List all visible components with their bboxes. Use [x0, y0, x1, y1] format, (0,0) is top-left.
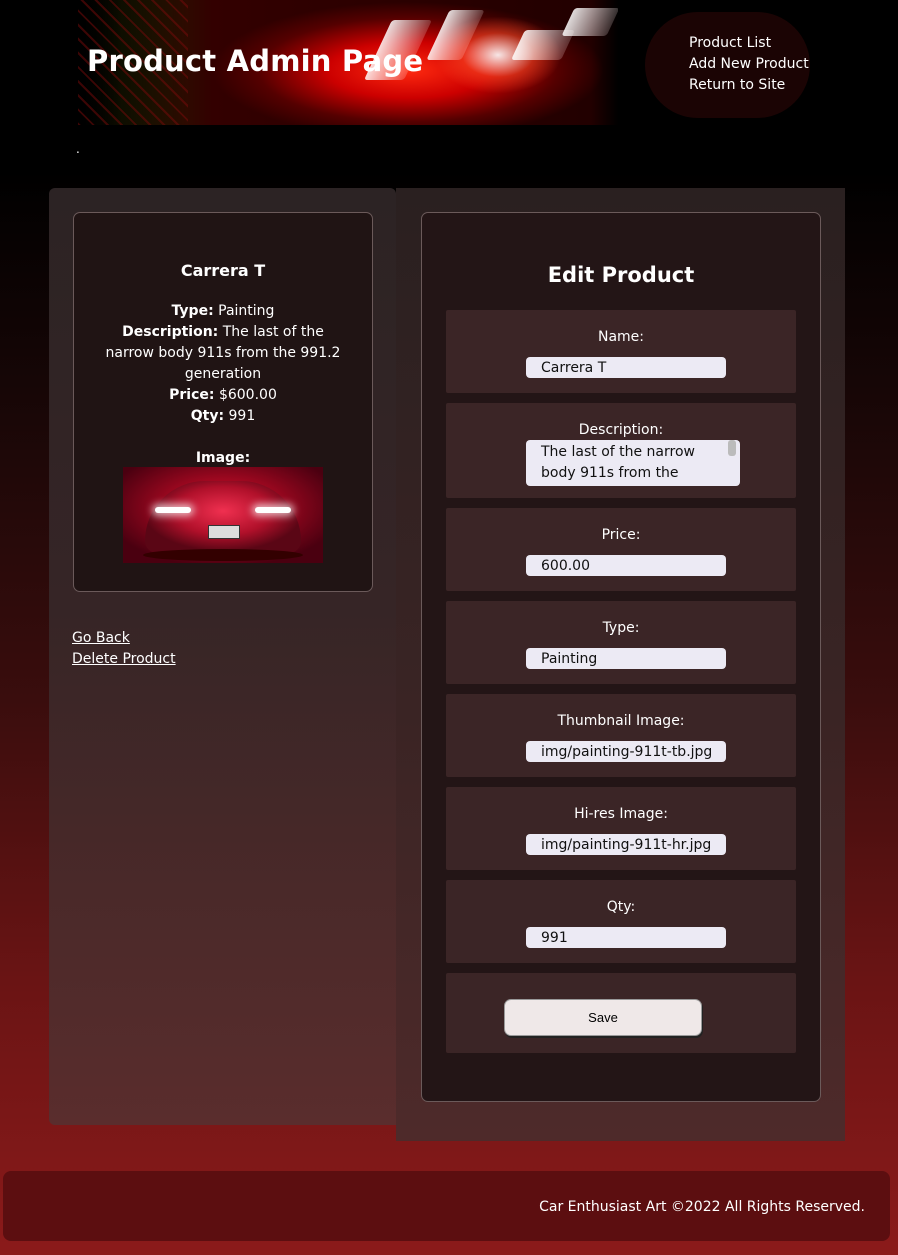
hires-field-group: Hi-res Image: — [446, 787, 796, 870]
description-label: Description: — [578, 422, 664, 438]
hires-input[interactable] — [526, 834, 726, 855]
go-back-link[interactable]: Go Back — [72, 630, 130, 646]
thumbnail-field-group: Thumbnail Image: — [446, 694, 796, 777]
page-title: Product Admin Page — [87, 44, 424, 78]
product-type-line: Type: Painting — [98, 301, 348, 322]
image-heading: Image: — [98, 448, 348, 469]
price-label: Price: — [601, 527, 641, 543]
name-input[interactable] — [526, 357, 726, 378]
thumbnail-input[interactable] — [526, 741, 726, 762]
name-field-group: Name: — [446, 310, 796, 393]
product-description-line: Description: The last of the narrow body… — [98, 322, 348, 385]
qty-value: 991 — [228, 408, 256, 424]
product-image — [123, 467, 323, 563]
footer: Car Enthusiast Art ©2022 All Rights Rese… — [3, 1171, 890, 1241]
qty-input[interactable] — [526, 927, 726, 948]
product-name: Carrera T — [180, 261, 266, 280]
price-label: Price: — [169, 387, 215, 403]
footer-copyright: Car Enthusiast Art ©2022 All Rights Rese… — [539, 1199, 865, 1215]
product-qty-line: Qty: 991 — [98, 406, 348, 427]
type-label: Type: — [171, 303, 214, 319]
delete-product-link[interactable]: Delete Product — [72, 651, 176, 667]
description-scrollbar[interactable] — [728, 440, 736, 456]
qty-label: Qty: — [606, 899, 636, 915]
nav-add-new-product-link[interactable]: Add New Product — [689, 56, 809, 72]
edit-form-title: Edit Product — [547, 263, 695, 287]
separator-dot: . — [76, 142, 80, 156]
type-field-group: Type: — [446, 601, 796, 684]
top-nav: Product List Add New Product Return to S… — [645, 12, 810, 118]
price-field-group: Price: — [446, 508, 796, 591]
description-textarea[interactable]: The last of the narrow body 911s from th… — [526, 440, 740, 486]
product-details-card: Carrera T Type: Painting Description: Th… — [73, 212, 373, 592]
image-label: Image: — [195, 450, 251, 466]
type-input[interactable] — [526, 648, 726, 669]
nav-return-to-site-link[interactable]: Return to Site — [689, 77, 785, 93]
save-button[interactable]: Save — [504, 999, 702, 1036]
description-field-group: Description: The last of the narrow body… — [446, 403, 796, 498]
thumbnail-label: Thumbnail Image: — [557, 713, 685, 729]
description-label: Description: — [122, 324, 219, 340]
type-value: Painting — [218, 303, 275, 319]
price-value: $600.00 — [218, 387, 277, 403]
type-label: Type: — [602, 620, 640, 636]
hires-label: Hi-res Image: — [574, 806, 668, 822]
name-label: Name: — [597, 329, 645, 345]
edit-product-form: Edit Product Name: Description: The last… — [421, 212, 821, 1102]
price-input[interactable] — [526, 555, 726, 576]
qty-label: Qty: — [190, 408, 225, 424]
qty-field-group: Qty: — [446, 880, 796, 963]
product-price-line: Price: $600.00 — [98, 385, 348, 406]
header: Product Admin Page Product List Add New … — [0, 0, 898, 130]
save-field-group: Save — [446, 973, 796, 1053]
nav-product-list-link[interactable]: Product List — [689, 35, 771, 51]
